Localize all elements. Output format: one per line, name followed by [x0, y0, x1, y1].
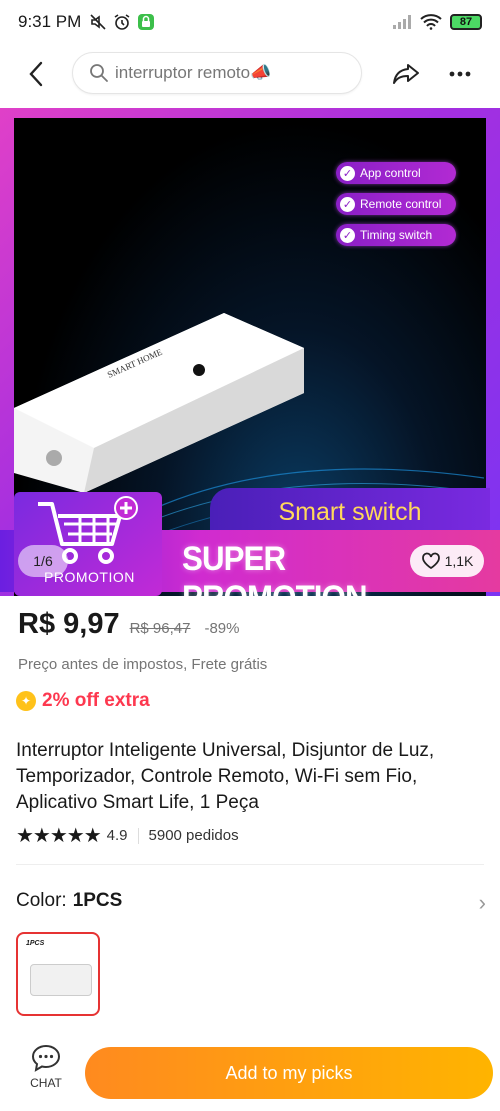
- current-price: R$ 9,97: [18, 608, 120, 640]
- orders-count: 5900 pedidos: [148, 827, 239, 844]
- extra-discount-badge[interactable]: ✦ 2% off extra: [16, 690, 150, 712]
- likes-count: 1,1K: [444, 553, 474, 569]
- feature-tag: ✓ Remote control: [336, 193, 456, 215]
- status-time: 9:31 PM: [18, 12, 82, 31]
- product-title: Interruptor Inteligente Universal, Disju…: [16, 740, 435, 813]
- check-icon: ✓: [340, 196, 355, 212]
- alarm-icon: [114, 14, 130, 30]
- feature-tag-label: Timing switch: [360, 228, 433, 242]
- top-nav: interruptor remoto📣: [0, 48, 500, 100]
- search-icon: [90, 64, 108, 82]
- product-image-carousel[interactable]: ✓ App control ✓ Remote control ✓ Timing swi…: [0, 108, 500, 596]
- feature-tags: ✓ App control ✓ Remote control ✓ Timing swi…: [336, 162, 456, 246]
- feature-tag: ✓ App control: [336, 162, 456, 184]
- share-button[interactable]: [386, 54, 426, 94]
- more-icon: [449, 71, 471, 77]
- color-selector[interactable]: Color: 1PCS ›: [16, 890, 486, 915]
- wifi-icon: [420, 14, 442, 30]
- search-query: interruptor remoto📣: [115, 63, 272, 82]
- original-price: R$ 96,47: [129, 620, 191, 637]
- feature-tag-label: App control: [360, 166, 421, 180]
- image-page-counter: 1/6: [18, 545, 68, 577]
- chat-label: CHAT: [30, 1076, 62, 1090]
- battery-indicator: 87: [450, 14, 482, 30]
- star-rating-icon: ★★★★★: [16, 825, 102, 847]
- rating-value: 4.9: [106, 827, 128, 844]
- heart-icon: [421, 552, 440, 570]
- share-icon: [393, 64, 419, 84]
- coin-icon: ✦: [16, 691, 36, 711]
- chat-button[interactable]: CHAT: [22, 1044, 70, 1100]
- feature-tag-label: Remote control: [360, 197, 442, 211]
- chevron-right-icon: ›: [478, 890, 486, 915]
- color-label: Color:: [16, 890, 67, 911]
- rating-row[interactable]: ★★★★★ 4.9 5900 pedidos: [16, 823, 239, 848]
- status-icons-left: [89, 13, 155, 31]
- vpn-icon: [138, 14, 155, 30]
- color-value: 1PCS: [72, 890, 123, 911]
- feature-tag: ✓ Timing switch: [336, 224, 456, 246]
- check-icon: ✓: [340, 227, 355, 243]
- more-options-button[interactable]: [440, 54, 480, 94]
- chat-icon: [31, 1044, 61, 1072]
- section-divider: [16, 864, 484, 865]
- smart-switch-banner: Smart switch: [210, 488, 490, 536]
- check-icon: ✓: [340, 165, 355, 181]
- status-bar: 9:31 PM 87: [0, 0, 500, 44]
- variant-device-image: [30, 964, 92, 996]
- back-button[interactable]: [16, 54, 56, 94]
- smart-switch-device-image: SMART HOME: [14, 313, 304, 493]
- extra-discount-text: 2% off extra: [42, 690, 150, 711]
- search-input[interactable]: interruptor remoto📣: [72, 52, 362, 94]
- discount-percent: -89%: [204, 620, 240, 637]
- add-to-picks-button[interactable]: Add to my picks: [85, 1047, 493, 1099]
- tax-shipping-note: Preço antes de impostos, Frete grátis: [18, 656, 268, 673]
- status-icons-right: 87: [392, 14, 482, 30]
- price-row: R$ 9,97 R$ 96,47 -89%: [18, 608, 240, 641]
- wishlist-button[interactable]: 1,1K: [410, 545, 484, 577]
- divider: [137, 827, 139, 844]
- mute-icon: [90, 14, 106, 30]
- variant-thumbnail-1pcs[interactable]: 1PCS: [16, 932, 100, 1016]
- signal-icon: [393, 15, 411, 29]
- variant-thumb-label: 1PCS: [26, 940, 45, 947]
- back-arrow-icon: [29, 61, 43, 87]
